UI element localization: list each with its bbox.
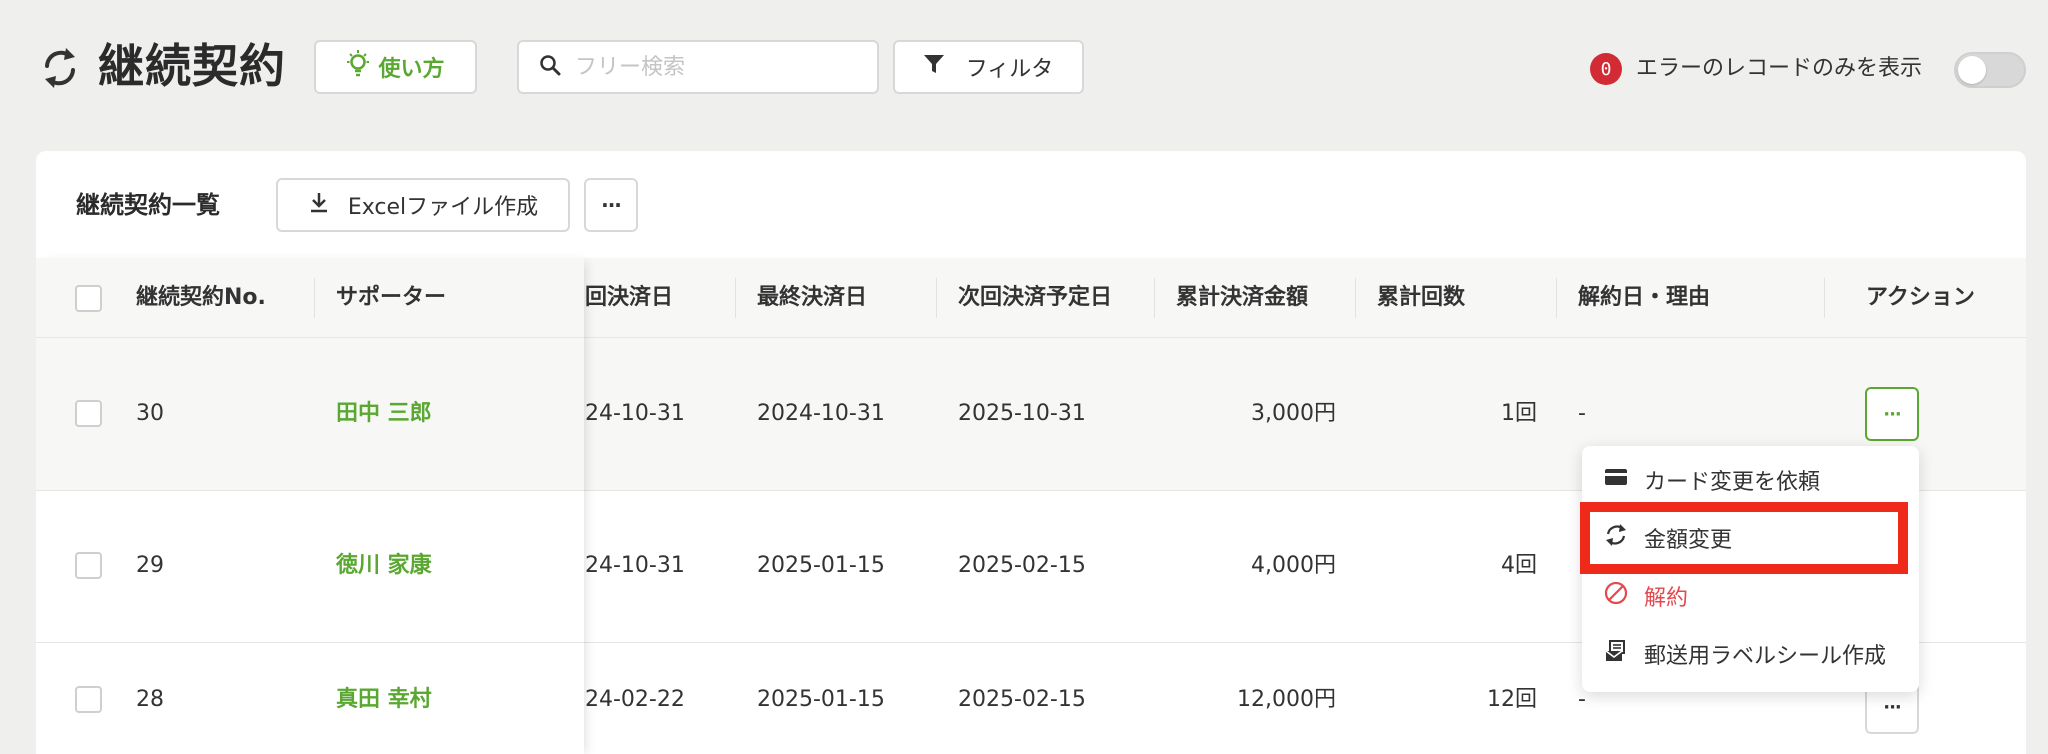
highlight-annotation bbox=[1580, 502, 1908, 574]
error-count-badge: 0 bbox=[1590, 53, 1622, 85]
next-date-cell: 2025-02-15 bbox=[958, 553, 1086, 578]
last-date-cell: 2025-01-15 bbox=[757, 553, 885, 578]
row-action-button[interactable]: ··· bbox=[1865, 387, 1919, 441]
howto-button[interactable]: 使い方 bbox=[314, 40, 477, 94]
column-header-action: アクション bbox=[1866, 285, 1975, 310]
first-date-cell: 24-02-22 bbox=[585, 687, 685, 712]
next-date-cell: 2025-10-31 bbox=[958, 401, 1086, 426]
more-options-button[interactable]: ··· bbox=[584, 178, 638, 232]
list-title: 継続契約一覧 bbox=[76, 191, 220, 219]
column-header-count[interactable]: 累計回数 bbox=[1377, 278, 1465, 318]
first-date-cell: 24-10-31 bbox=[585, 401, 685, 426]
column-divider bbox=[936, 278, 937, 318]
search-input[interactable] bbox=[575, 54, 855, 80]
error-only-toggle[interactable] bbox=[1954, 52, 2026, 88]
mail-label-icon bbox=[1604, 639, 1628, 669]
cancel-cell: - bbox=[1578, 401, 1586, 426]
credit-card-icon bbox=[1604, 467, 1628, 493]
first-date-cell: 24-10-31 bbox=[585, 553, 685, 578]
sync-icon bbox=[40, 44, 80, 92]
count-cell: 1回 bbox=[1501, 401, 1537, 426]
filter-label: フィルタ bbox=[965, 57, 1054, 82]
column-header-first-date[interactable]: 回決済日 bbox=[585, 278, 673, 318]
column-divider bbox=[735, 278, 736, 318]
download-icon bbox=[308, 191, 330, 219]
last-date-cell: 2024-10-31 bbox=[757, 401, 885, 426]
last-date-cell: 2025-01-15 bbox=[757, 687, 885, 712]
column-header-cancel[interactable]: 解約日・理由 bbox=[1578, 278, 1710, 318]
search-field[interactable] bbox=[517, 40, 879, 94]
count-cell: 4回 bbox=[1501, 553, 1537, 578]
howto-label: 使い方 bbox=[378, 57, 445, 82]
column-header-last-date[interactable]: 最終決済日 bbox=[757, 278, 867, 318]
menu-item-label: カード変更を依頼 bbox=[1644, 470, 1821, 495]
page-title: 継続契約 bbox=[98, 39, 286, 93]
total-amount-cell: 12,000円 bbox=[1237, 687, 1336, 712]
menu-item-label: 解約 bbox=[1644, 586, 1689, 611]
frozen-columns-shadow bbox=[36, 258, 584, 754]
excel-export-button[interactable]: Excelファイル作成 bbox=[276, 178, 570, 232]
filter-icon bbox=[923, 53, 944, 81]
column-divider bbox=[1355, 278, 1356, 318]
menu-item-card-change[interactable]: カード変更を依頼 bbox=[1604, 460, 1820, 500]
column-divider bbox=[1556, 278, 1557, 318]
next-date-cell: 2025-02-15 bbox=[958, 687, 1086, 712]
menu-item-label: 郵送用ラベルシール作成 bbox=[1644, 644, 1887, 669]
menu-item-cancel[interactable]: 解約 bbox=[1604, 576, 1688, 616]
column-divider bbox=[1824, 278, 1825, 318]
total-amount-cell: 4,000円 bbox=[1251, 553, 1336, 578]
count-cell: 12回 bbox=[1487, 687, 1537, 712]
toggle-knob bbox=[1958, 56, 1986, 84]
error-only-label: エラーのレコードのみを表示 bbox=[1636, 56, 1923, 81]
column-divider bbox=[1154, 278, 1155, 318]
filter-button[interactable]: フィルタ bbox=[893, 40, 1084, 94]
column-header-total[interactable]: 累計決済金額 bbox=[1176, 278, 1308, 318]
column-header-next-date[interactable]: 次回決済予定日 bbox=[958, 278, 1112, 318]
prohibit-icon bbox=[1604, 581, 1628, 611]
search-icon bbox=[539, 54, 561, 80]
total-amount-cell: 3,000円 bbox=[1251, 401, 1336, 426]
menu-item-mail-label[interactable]: 郵送用ラベルシール作成 bbox=[1604, 634, 1886, 674]
excel-label: Excelファイル作成 bbox=[347, 195, 539, 220]
lightbulb-icon bbox=[346, 50, 370, 84]
